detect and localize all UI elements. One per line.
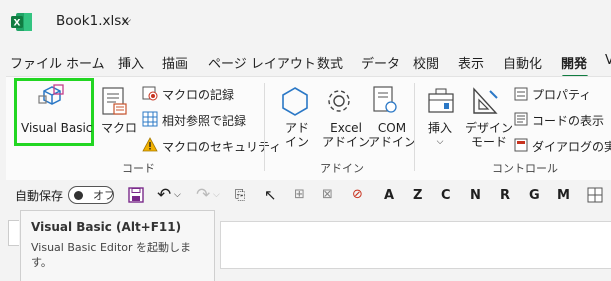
group-label-addins: アドイン bbox=[320, 162, 364, 175]
run-dialog-icon bbox=[514, 137, 528, 152]
undo-icon[interactable]: ↶ bbox=[157, 185, 171, 205]
properties-button[interactable]: プロパティ bbox=[532, 86, 591, 103]
ribbon-tabs: ファイル ホーム 挿入 描画 ページ レイアウト 数式 データ 校閲 表示 自動… bbox=[0, 50, 611, 76]
group-divider bbox=[264, 83, 265, 171]
clear-format-icon[interactable]: ⊘ bbox=[352, 187, 363, 202]
addins-button[interactable]: アド イン bbox=[285, 121, 309, 149]
visual-basic-icon bbox=[36, 83, 68, 113]
select-objects-icon[interactable]: ↖ bbox=[264, 186, 277, 204]
group-divider bbox=[414, 83, 415, 171]
chevron-down-icon[interactable]: ⌵ bbox=[213, 190, 220, 200]
insert-row-icon[interactable]: ⊞ bbox=[294, 187, 305, 202]
excel-logo-icon: X bbox=[11, 12, 33, 32]
design-mode-label-line1: デザイン bbox=[465, 121, 514, 135]
design-mode-button[interactable]: デザイン モード bbox=[465, 121, 513, 149]
tooltip-description: Visual Basic Editor を起動します。 bbox=[31, 241, 192, 269]
svg-text:X: X bbox=[14, 19, 21, 29]
grid-icon[interactable] bbox=[587, 187, 603, 203]
autosave-toggle-state: オフ bbox=[93, 189, 115, 202]
chevron-down-icon[interactable]: ⌵ bbox=[174, 190, 181, 200]
addins-icon bbox=[280, 85, 310, 117]
qat-command-a[interactable]: A bbox=[384, 188, 394, 203]
relative-reference-button[interactable]: 相対参照で記録 bbox=[162, 112, 246, 129]
qat-command-r[interactable]: R bbox=[500, 188, 510, 203]
tab-file[interactable]: ファイル bbox=[10, 53, 62, 72]
redo-icon[interactable]: ↷ bbox=[196, 185, 210, 205]
tab-home[interactable]: ホーム bbox=[66, 53, 105, 72]
tab-automate[interactable]: 自動化 bbox=[503, 53, 542, 72]
tab-formulas[interactable]: 数式 bbox=[317, 53, 343, 72]
com-addins-label-line2: アドイン bbox=[368, 135, 417, 149]
toolbox-icon bbox=[426, 85, 456, 117]
view-code-icon bbox=[514, 111, 528, 126]
com-addins-button[interactable]: COM アドイン bbox=[368, 121, 416, 149]
tab-data[interactable]: データ bbox=[361, 53, 400, 72]
name-box[interactable] bbox=[8, 220, 19, 246]
properties-icon bbox=[514, 86, 528, 101]
toggle-knob bbox=[74, 191, 83, 200]
qat-command-c[interactable]: C bbox=[441, 188, 451, 203]
relative-reference-icon bbox=[142, 111, 158, 127]
macro-button[interactable]: マクロ bbox=[101, 121, 137, 135]
format-copy-icon[interactable]: ⎘ bbox=[235, 188, 245, 203]
qat-command-m[interactable]: M bbox=[557, 188, 570, 203]
tab-view[interactable]: 表示 bbox=[458, 53, 484, 72]
design-mode-icon bbox=[470, 85, 500, 117]
insert-control-label: 挿入 bbox=[428, 121, 453, 135]
run-dialog-button[interactable]: ダイアログの実行 bbox=[532, 138, 611, 155]
com-addins-label-line1: COM bbox=[377, 121, 407, 135]
gear-icon bbox=[324, 85, 354, 117]
macro-icon bbox=[100, 86, 130, 118]
tab-review[interactable]: 校閲 bbox=[413, 53, 439, 72]
qat-command-z[interactable]: Z bbox=[413, 188, 422, 203]
chevron-down-icon[interactable]: ⌵ bbox=[122, 13, 131, 28]
insert-control-button[interactable]: 挿入 ⌵ bbox=[428, 121, 452, 149]
autosave-label: 自動保存 bbox=[15, 189, 64, 203]
document-title[interactable]: Book1.xlsx bbox=[56, 13, 129, 29]
delete-row-icon[interactable]: ⊠ bbox=[322, 187, 333, 202]
tab-insert[interactable]: 挿入 bbox=[118, 53, 144, 72]
tab-more[interactable]: V bbox=[605, 53, 611, 68]
design-mode-label-line2: モード bbox=[471, 135, 508, 149]
warning-icon bbox=[142, 137, 158, 153]
visual-basic-label: Visual Basic bbox=[21, 121, 93, 135]
com-addins-icon bbox=[370, 85, 400, 117]
record-macro-icon bbox=[142, 85, 158, 101]
excel-addins-button[interactable]: Excel アドイン bbox=[322, 121, 370, 149]
addins-label-line2: イン bbox=[285, 135, 310, 149]
record-macro-button[interactable]: マクロの記録 bbox=[162, 86, 234, 103]
tab-page-layout[interactable]: ページ レイアウト bbox=[208, 53, 316, 72]
addins-label-line1: アド bbox=[285, 121, 310, 135]
group-label-controls: コントロール bbox=[492, 162, 558, 175]
chevron-down-icon: ⌵ bbox=[436, 137, 444, 147]
group-label-code: コード bbox=[122, 162, 155, 175]
tooltip-title: Visual Basic (Alt+F11) bbox=[31, 220, 182, 234]
save-icon[interactable] bbox=[128, 187, 144, 203]
tab-draw[interactable]: 描画 bbox=[162, 53, 188, 72]
qat-command-g[interactable]: G bbox=[529, 188, 540, 203]
formula-bar[interactable] bbox=[220, 221, 611, 269]
qat-command-n[interactable]: N bbox=[470, 188, 481, 203]
tab-developer[interactable]: 開発 bbox=[561, 53, 587, 72]
excel-addins-label-line2: アドイン bbox=[322, 135, 371, 149]
view-code-button[interactable]: コードの表示 bbox=[532, 112, 604, 129]
excel-addins-label-line1: Excel bbox=[330, 121, 362, 135]
